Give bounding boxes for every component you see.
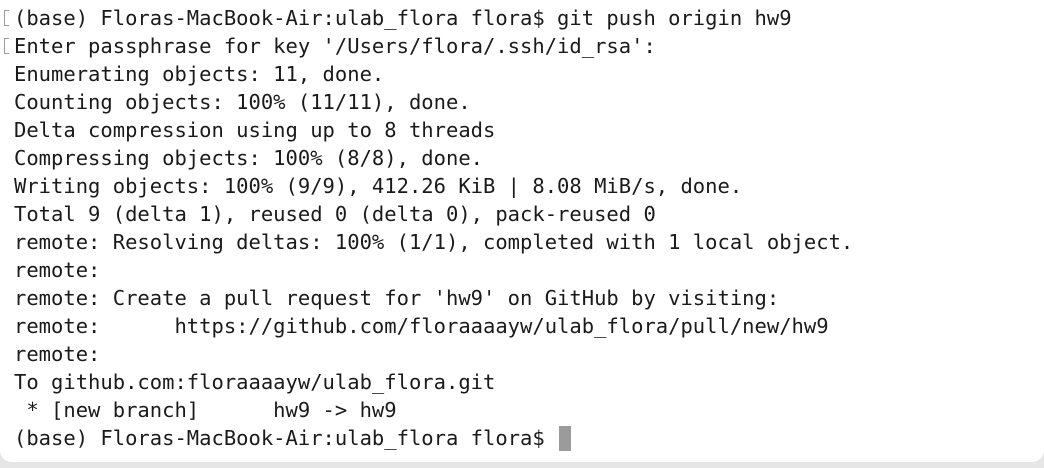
terminal-line: Delta compression using up to 8 threads (14, 118, 496, 142)
text-cursor (559, 426, 572, 451)
terminal-line: remote: (14, 258, 101, 282)
terminal-line: remote: Create a pull request for 'hw9' … (14, 286, 780, 310)
terminal-line: Enter passphrase for key '/Users/flora/.… (4, 32, 853, 60)
terminal-line: remote: Resolving deltas: 100% (1/1), co… (14, 230, 854, 254)
terminal-line: Enumerating objects: 11, done. (14, 62, 385, 86)
terminal-line: remote: https://github.com/floraaaayw/ul… (14, 314, 829, 338)
command-mark-icon (4, 10, 9, 26)
terminal-line: Compressing objects: 100% (8/8), done. (14, 146, 483, 170)
terminal-line: Writing objects: 100% (9/9), 412.26 KiB … (14, 174, 743, 198)
terminal-line: To github.com:floraaaayw/ulab_flora.git (14, 370, 496, 394)
terminal-line: remote: (14, 342, 101, 366)
terminal-output: (base) Floras-MacBook-Air:ulab_flora flo… (4, 4, 854, 452)
shell-prompt: (base) Floras-MacBook-Air:ulab_flora flo… (14, 426, 558, 450)
prompt-line[interactable]: (base) Floras-MacBook-Air:ulab_flora flo… (14, 424, 853, 452)
terminal-line: * [new branch] hw9 -> hw9 (14, 398, 397, 422)
terminal-line: Total 9 (delta 1), reused 0 (delta 0), p… (14, 202, 656, 226)
terminal-line: Counting objects: 100% (11/11), done. (14, 90, 471, 114)
terminal-line: (base) Floras-MacBook-Air:ulab_flora flo… (4, 4, 853, 32)
command-mark-icon (4, 38, 9, 54)
terminal-window[interactable]: (base) Floras-MacBook-Air:ulab_flora flo… (0, 0, 1044, 462)
